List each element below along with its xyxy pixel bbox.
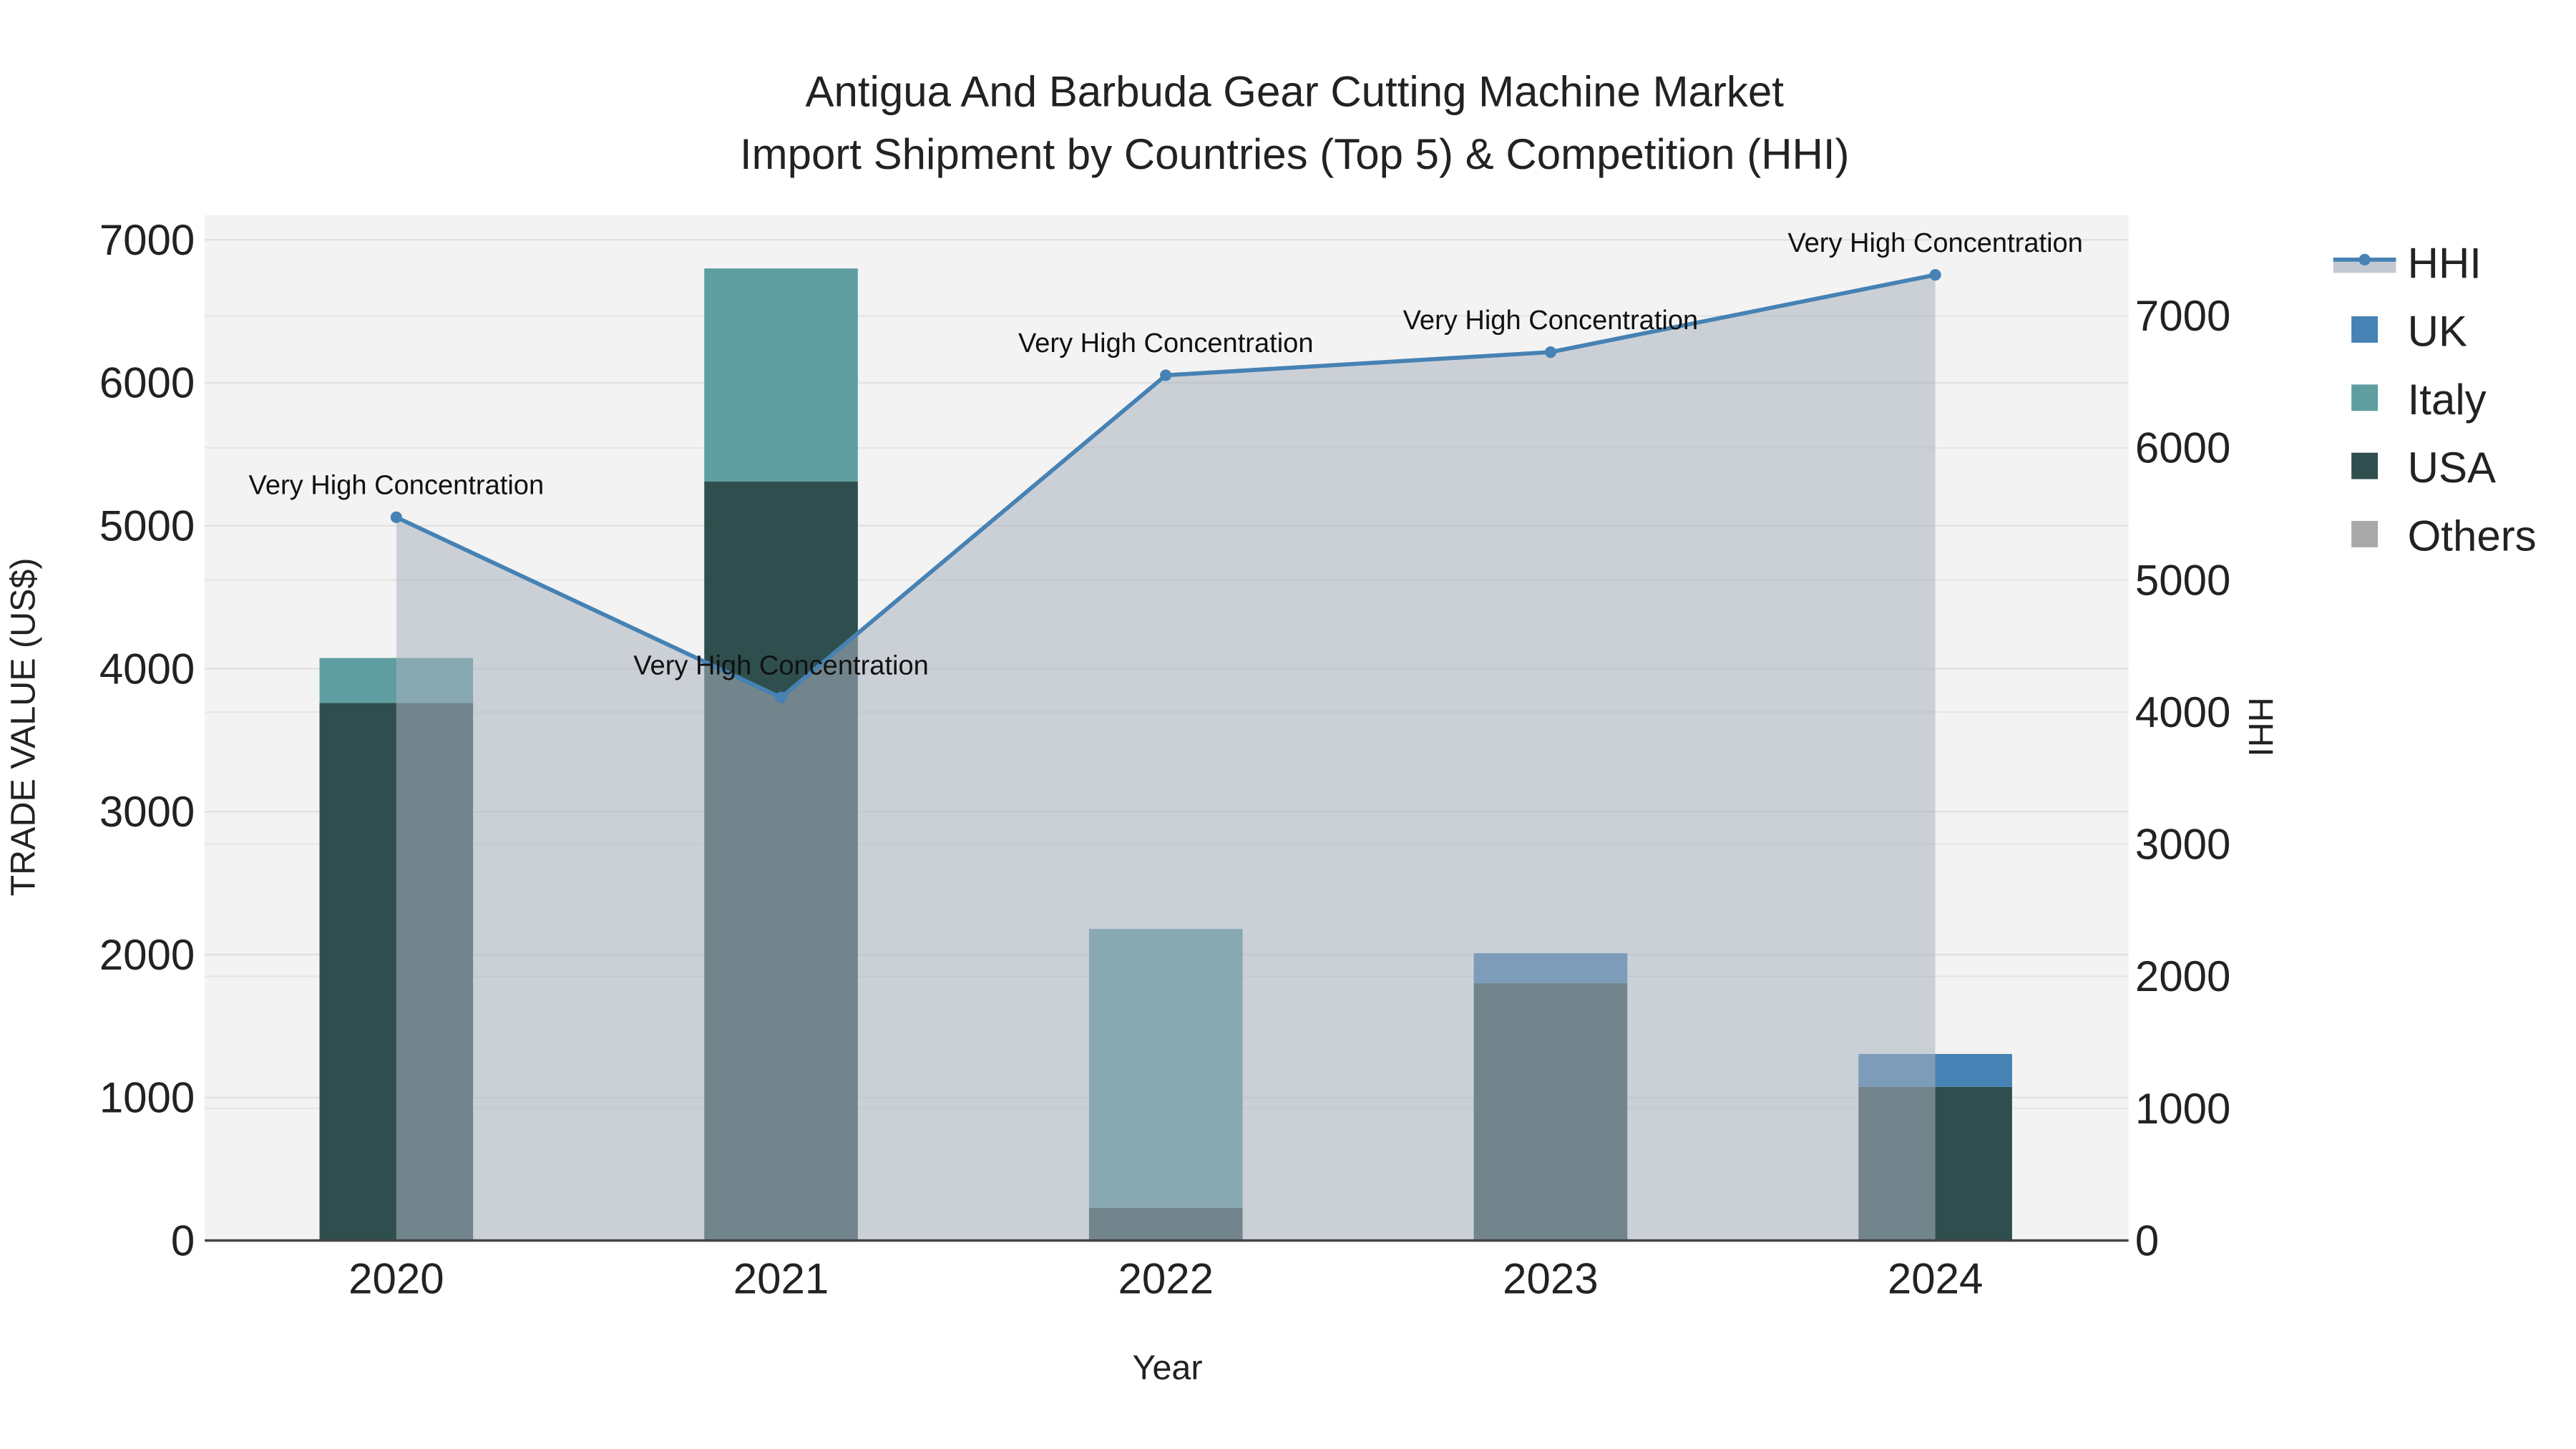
y2-tick-label: 5000 [2135, 556, 2230, 604]
y2-tick-label: 1000 [2135, 1085, 2230, 1133]
hhi-point [390, 511, 402, 523]
hhi-point [1160, 369, 1172, 381]
bar-italy [704, 268, 858, 482]
hhi-annotation: Very High Concentration [1018, 328, 1314, 358]
y-tick-label: 3000 [99, 788, 195, 836]
y-tick-label: 6000 [99, 359, 195, 407]
hhi-annotation: Very High Concentration [1403, 306, 1699, 336]
x-tick-label: 2024 [1888, 1255, 1983, 1303]
legend-uk-swatch [2351, 316, 2379, 343]
legend-others-swatch [2351, 520, 2379, 547]
hhi-annotation: Very High Concentration [633, 651, 929, 681]
y2-tick-label: 3000 [2135, 821, 2230, 869]
legend-usa-swatch [2351, 452, 2379, 479]
y2-tick-label: 7000 [2135, 292, 2230, 340]
x-tick-label: 2021 [733, 1255, 829, 1303]
hhi-annotation: Very High Concentration [1787, 228, 2083, 258]
y2-tick-label: 2000 [2135, 952, 2230, 1000]
hhi-point [1929, 269, 1941, 281]
y-tick-label: 1000 [99, 1074, 195, 1122]
x-tick-label: 2022 [1118, 1255, 1213, 1303]
y-tick-label: 5000 [99, 502, 195, 550]
chart-title-line1: Antigua And Barbuda Gear Cutting Machine… [805, 67, 1784, 115]
chart-title-line2: Import Shipment by Countries (Top 5) & C… [740, 130, 1850, 178]
legend-label: USA [2408, 444, 2496, 492]
legend-italy-swatch [2351, 384, 2379, 411]
y-tick-label: 0 [171, 1216, 195, 1264]
legend-label: Others [2408, 512, 2537, 560]
hhi-annotation: Very High Concentration [249, 471, 545, 501]
y-axis-label: TRADE VALUE (US$) [4, 557, 42, 896]
x-tick-label: 2020 [348, 1255, 444, 1303]
y-tick-label: 2000 [99, 931, 195, 979]
chart: Antigua And Barbuda Gear Cutting Machine… [4, 67, 2537, 1387]
hhi-point [1544, 346, 1556, 358]
legend-label: HHI [2408, 239, 2482, 287]
legend-label: Italy [2408, 376, 2487, 424]
x-tick-label: 2023 [1503, 1255, 1598, 1303]
y2-tick-label: 0 [2135, 1216, 2159, 1264]
y2-axis-label: HHI [2241, 697, 2280, 756]
y-tick-label: 7000 [99, 216, 195, 264]
y2-tick-label: 4000 [2135, 688, 2230, 736]
y-tick-label: 4000 [99, 645, 195, 693]
legend-hhi-marker [2358, 253, 2371, 265]
legend-label: UK [2408, 308, 2467, 356]
y2-tick-label: 6000 [2135, 424, 2230, 472]
x-axis-label: Year [1133, 1349, 1203, 1387]
hhi-point [775, 691, 787, 703]
